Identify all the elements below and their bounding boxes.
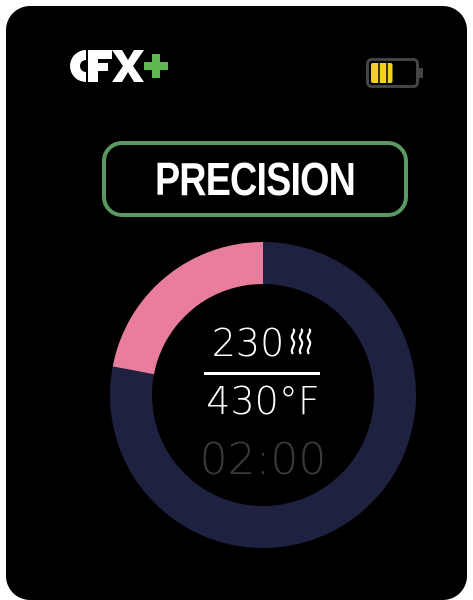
readout-divider — [204, 372, 320, 375]
smoke-icon — [291, 328, 312, 355]
dial-readout: 230 430°F 02:00 — [110, 242, 416, 548]
timer-readout: 02:00 — [199, 434, 327, 485]
battery-icon — [366, 58, 423, 88]
temperature-readout: 430°F — [206, 379, 320, 423]
setpoint-row: 230 — [110, 324, 416, 362]
mode-label: PRECISION — [154, 153, 356, 205]
brand-logo — [70, 50, 168, 82]
setpoint-value: 230 — [211, 321, 285, 365]
device-screen: PRECISION 230 430°F 02:00 — [6, 6, 467, 600]
mode-indicator[interactable]: PRECISION — [102, 141, 408, 217]
